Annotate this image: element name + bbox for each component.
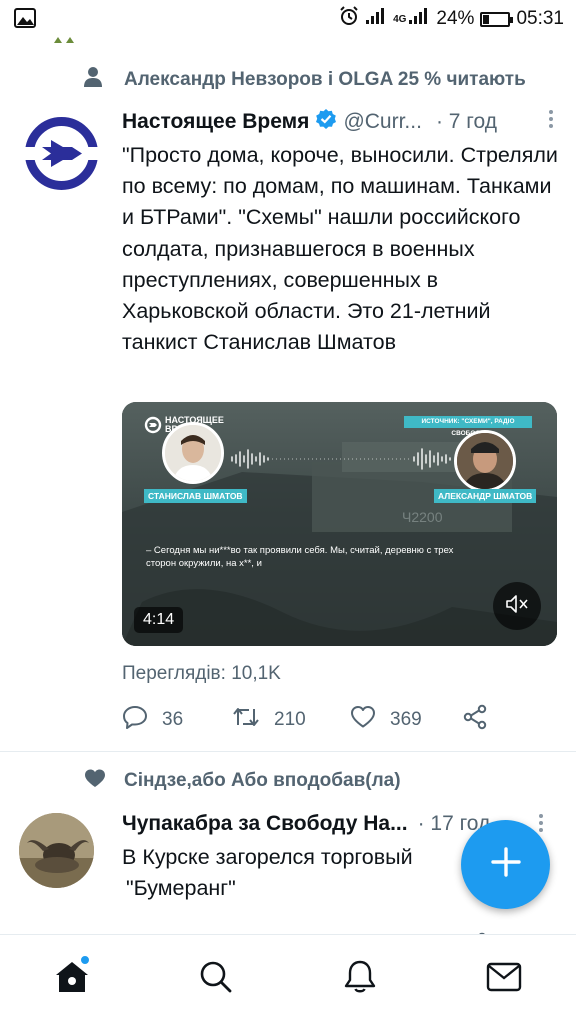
social-context-text: Сіндзе,або Або вподобав(ла): [124, 769, 401, 791]
notifications-icon: [343, 959, 377, 1000]
svg-text:Ч2200: Ч2200: [402, 509, 443, 525]
heart-icon: [350, 705, 376, 735]
person-photo-1: [162, 422, 224, 484]
battery-icon: [480, 11, 514, 27]
share-button[interactable]: [462, 702, 488, 738]
retweet-icon: [232, 705, 260, 735]
person-name-tag-1: СТАНИСЛАВ ШМАТОВ: [144, 489, 247, 503]
nav-home[interactable]: [50, 955, 94, 1001]
reply-button[interactable]: 36: [122, 702, 183, 738]
audio-waveform: [231, 448, 451, 470]
bottom-navigation: [0, 934, 576, 1024]
network-type: 4G: [393, 13, 407, 25]
avatar[interactable]: [24, 116, 99, 191]
social-context[interactable]: Сіндзе,або Або вподобав(ла): [84, 768, 401, 793]
status-bar: 4G 24% 05:31: [0, 0, 576, 38]
nav-notifications[interactable]: [338, 957, 382, 1001]
social-context[interactable]: Александр Невзоров і OLGA 25 % читають: [84, 66, 526, 93]
video-duration: 4:14: [134, 607, 184, 633]
like-count: 369: [390, 709, 422, 730]
messages-icon: [486, 962, 522, 997]
volume-muted-icon: [505, 594, 529, 619]
tweet-actions: 36 210 369: [122, 702, 542, 738]
clipped-media-fragment: [52, 32, 76, 43]
video-player[interactable]: Ч2200 НАСТОЯЩЕЕ ВРЕМЯ ИСТОЧНИК: "СХЕМИ",…: [122, 402, 557, 646]
retweet-count: 210: [274, 709, 306, 730]
person-photo-2: [454, 430, 516, 492]
video-source-label: ИСТОЧНИК: "СХЕМИ", РАДІО СВОБОДА: [404, 416, 532, 437]
video-subtitle: – Сегодня мы ни***во так проявили себя. …: [146, 545, 454, 569]
signal-icon-2: [408, 7, 430, 31]
home-icon: [54, 960, 90, 999]
battery-percent: 24%: [436, 8, 475, 29]
gallery-notification-icon: [14, 8, 36, 33]
nav-messages[interactable]: [482, 957, 526, 1001]
alarm-icon: [339, 6, 359, 32]
signal-icon: [365, 7, 387, 31]
social-context-text: Александр Невзоров і OLGA 25 % читають: [124, 68, 526, 90]
plus-icon: [490, 846, 522, 883]
like-button[interactable]: 369: [350, 702, 422, 738]
person-name-tag-2: АЛЕКСАНДР ШМАТОВ: [434, 489, 537, 503]
mute-button[interactable]: [493, 582, 541, 630]
avatar[interactable]: [19, 813, 94, 888]
verified-badge-icon: [315, 108, 337, 136]
clock: 05:31: [516, 8, 564, 29]
reply-icon: [122, 705, 148, 735]
share-icon: [462, 704, 488, 736]
tweet-time[interactable]: · 7 год: [436, 110, 497, 134]
reply-count: 36: [162, 709, 184, 730]
author-name[interactable]: Настоящее Время: [122, 110, 309, 134]
tweet-header: Настоящее Время @Curr... · 7 год: [122, 107, 554, 137]
tweet-text: "Просто дома, короче, выносили. Стреляли…: [122, 143, 558, 355]
search-icon: [199, 960, 233, 999]
nav-search[interactable]: [194, 957, 238, 1001]
view-count: Переглядів: 10,1K: [122, 663, 281, 684]
author-name[interactable]: Чупакабра за Свободу На...: [122, 812, 408, 836]
author-handle[interactable]: @Curr...: [343, 110, 422, 134]
person-icon: [84, 66, 102, 93]
more-options-icon[interactable]: [548, 109, 554, 135]
compose-tweet-button[interactable]: [461, 820, 550, 909]
retweet-button[interactable]: 210: [232, 702, 306, 738]
heart-filled-icon: [84, 768, 106, 793]
new-content-dot: [80, 955, 90, 965]
tweet-divider: [0, 751, 576, 752]
